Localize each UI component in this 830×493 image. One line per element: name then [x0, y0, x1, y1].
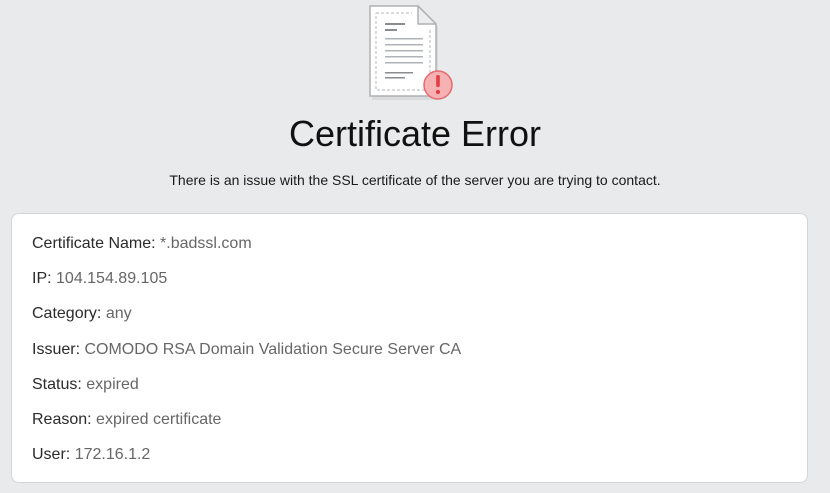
detail-row-reason: Reason: expired certificate [32, 410, 221, 430]
detail-value: 172.16.1.2 [74, 446, 151, 463]
detail-value: expired certificate [96, 411, 222, 428]
detail-row-ip: IP: 104.154.89.105 [32, 269, 167, 289]
document-error-icon [369, 5, 453, 100]
detail-value: *.badssl.com [160, 235, 252, 252]
detail-label: Certificate Name: [32, 235, 156, 252]
detail-label: Reason: [32, 411, 92, 428]
detail-label: Issuer: [32, 341, 81, 358]
detail-row-category: Category: any [32, 304, 132, 324]
detail-row-certificate-name: Certificate Name: *.badssl.com [32, 234, 252, 254]
certificate-details-card: Certificate Name: *.badssl.com IP: 104.1… [11, 213, 808, 483]
detail-row-status: Status: expired [32, 375, 139, 395]
detail-row-user: User: 172.16.1.2 [32, 445, 150, 465]
detail-row-issuer: Issuer: COMODO RSA Domain Validation Sec… [32, 340, 461, 360]
detail-label: Status: [32, 376, 82, 393]
detail-label: IP: [32, 270, 52, 287]
detail-value: expired [86, 376, 139, 393]
page-title: Certificate Error [288, 113, 542, 154]
detail-value: COMODO RSA Domain Validation Secure Serv… [84, 341, 462, 358]
detail-label: User: [32, 446, 71, 463]
detail-value: any [105, 305, 132, 322]
detail-label: Category: [32, 305, 102, 322]
error-message: There is an issue with the SSL certifica… [169, 172, 661, 188]
detail-value: 104.154.89.105 [56, 270, 168, 287]
